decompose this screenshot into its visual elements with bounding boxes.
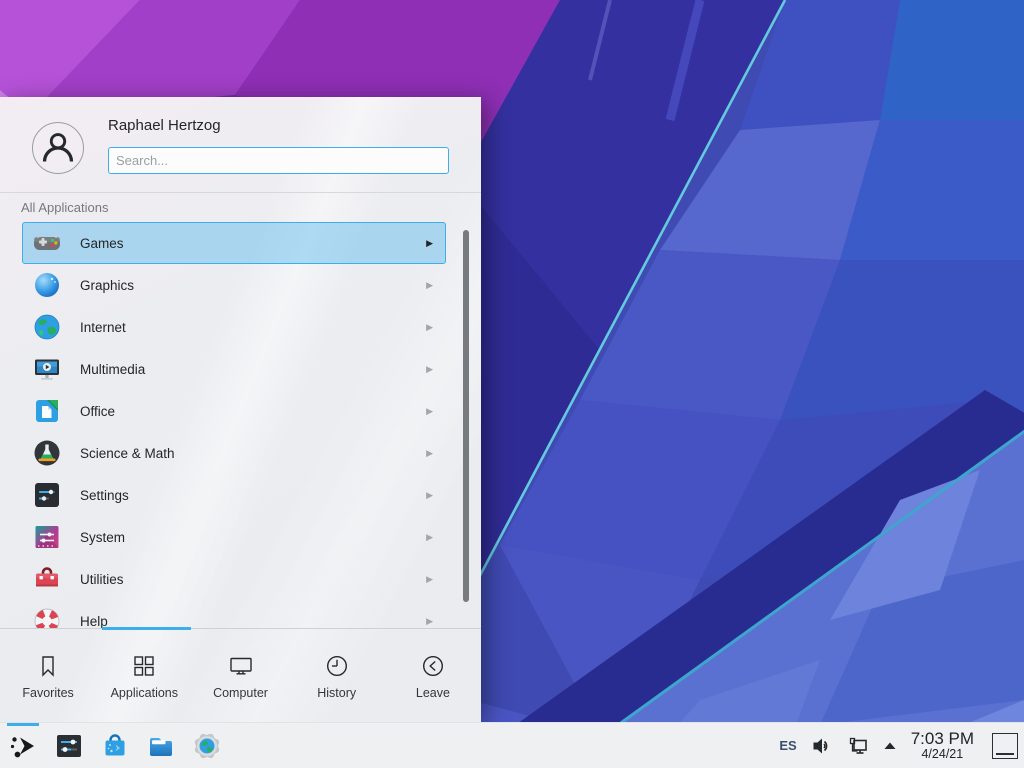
system-icon: [31, 521, 63, 553]
category-row-multimedia[interactable]: Multimedia ▶: [22, 348, 446, 390]
application-launcher-menu: Raphael Hertzog All Applications Games: [0, 97, 481, 722]
submenu-arrow-icon: ▶: [426, 280, 433, 291]
office-icon: [31, 395, 63, 427]
system-settings-icon: [53, 730, 85, 762]
category-label: System: [80, 530, 125, 545]
network-icon[interactable]: [847, 735, 869, 757]
keyboard-layout-indicator[interactable]: ES: [779, 738, 796, 753]
web-browser-button[interactable]: [184, 723, 230, 768]
internet-globe-icon: [31, 311, 63, 343]
category-label: Help: [80, 614, 108, 629]
user-avatar[interactable]: [32, 122, 84, 174]
category-label: Science & Math: [80, 446, 175, 461]
category-label: Multimedia: [80, 362, 145, 377]
tab-label: History: [317, 686, 356, 700]
category-label: Office: [80, 404, 115, 419]
submenu-arrow-icon: ▶: [426, 364, 433, 375]
help-lifebuoy-icon: [31, 605, 63, 628]
show-desktop-button[interactable]: [992, 733, 1018, 759]
clock-date: 4/24/21: [911, 748, 974, 761]
user-name: Raphael Hertzog: [108, 117, 221, 134]
category-label: Settings: [80, 488, 129, 503]
volume-icon[interactable]: [811, 735, 833, 757]
tab-label: Leave: [416, 686, 450, 700]
category-row-settings[interactable]: Settings ▶: [22, 474, 446, 516]
category-row-office[interactable]: Office ▶: [22, 390, 446, 432]
tab-leave[interactable]: Leave: [385, 629, 481, 722]
folder-icon: [145, 730, 177, 762]
graphics-sphere-icon: [31, 269, 63, 301]
tab-history[interactable]: History: [289, 629, 385, 722]
expand-tray-caret-icon[interactable]: [883, 741, 897, 751]
list-scrollbar[interactable]: [463, 230, 469, 602]
category-label: Games: [80, 236, 124, 251]
digital-clock[interactable]: 7:03 PM 4/24/21: [911, 730, 974, 761]
category-label: Graphics: [80, 278, 134, 293]
submenu-arrow-icon: ▶: [426, 322, 433, 333]
desktop: Raphael Hertzog All Applications Games: [0, 0, 1024, 768]
utilities-toolbox-icon: [31, 563, 63, 595]
dolphin-file-manager-button[interactable]: [138, 723, 184, 768]
launcher-header: Raphael Hertzog: [0, 97, 481, 193]
tab-applications[interactable]: Applications: [96, 629, 192, 722]
category-label: Internet: [80, 320, 126, 335]
tab-favorites[interactable]: Favorites: [0, 629, 96, 722]
submenu-arrow-icon: ▶: [426, 616, 433, 627]
category-row-internet[interactable]: Internet ▶: [22, 306, 446, 348]
category-row-help[interactable]: Help ▶: [22, 600, 446, 628]
settings-sliders-icon: [31, 479, 63, 511]
launcher-tab-bar: Favorites Applications Compute: [0, 628, 481, 722]
submenu-arrow-icon: ▶: [426, 448, 433, 459]
system-tray: ES: [779, 730, 1018, 761]
science-flask-icon: [31, 437, 63, 469]
system-settings-button[interactable]: [46, 723, 92, 768]
taskbar-panel: ES: [0, 722, 1024, 768]
discover-button[interactable]: [92, 723, 138, 768]
category-row-science-math[interactable]: Science & Math ▶: [22, 432, 446, 474]
globe-gear-icon: [191, 730, 223, 762]
favorites-bookmark-icon: [34, 652, 62, 680]
discover-bag-icon: [99, 730, 131, 762]
submenu-arrow-icon: ▶: [426, 406, 433, 417]
computer-monitor-icon: [227, 652, 255, 680]
submenu-arrow-icon: ▶: [426, 238, 433, 249]
tab-label: Applications: [111, 686, 178, 700]
submenu-arrow-icon: ▶: [426, 574, 433, 585]
application-launcher-button[interactable]: [0, 723, 46, 768]
active-tab-indicator: [102, 627, 191, 630]
multimedia-icon: [31, 353, 63, 385]
category-row-games[interactable]: Games ▶: [22, 222, 446, 264]
tab-label: Computer: [213, 686, 268, 700]
category-row-utilities[interactable]: Utilities ▶: [22, 558, 446, 600]
category-row-graphics[interactable]: Graphics ▶: [22, 264, 446, 306]
user-icon: [33, 122, 83, 174]
clock-time: 7:03 PM: [911, 730, 974, 748]
category-list: Games ▶ Graphics ▶: [0, 222, 481, 628]
gamepad-icon: [31, 227, 63, 259]
submenu-arrow-icon: ▶: [426, 532, 433, 543]
category-row-system[interactable]: System ▶: [22, 516, 446, 558]
tab-computer[interactable]: Computer: [192, 629, 288, 722]
section-label: All Applications: [21, 200, 108, 215]
tab-label: Favorites: [22, 686, 73, 700]
leave-back-icon: [419, 652, 447, 680]
search-input[interactable]: [108, 147, 449, 174]
history-clock-icon: [323, 652, 351, 680]
applications-grid-icon: [130, 652, 158, 680]
submenu-arrow-icon: ▶: [426, 490, 433, 501]
category-label: Utilities: [80, 572, 124, 587]
kde-launcher-icon: [7, 730, 39, 762]
